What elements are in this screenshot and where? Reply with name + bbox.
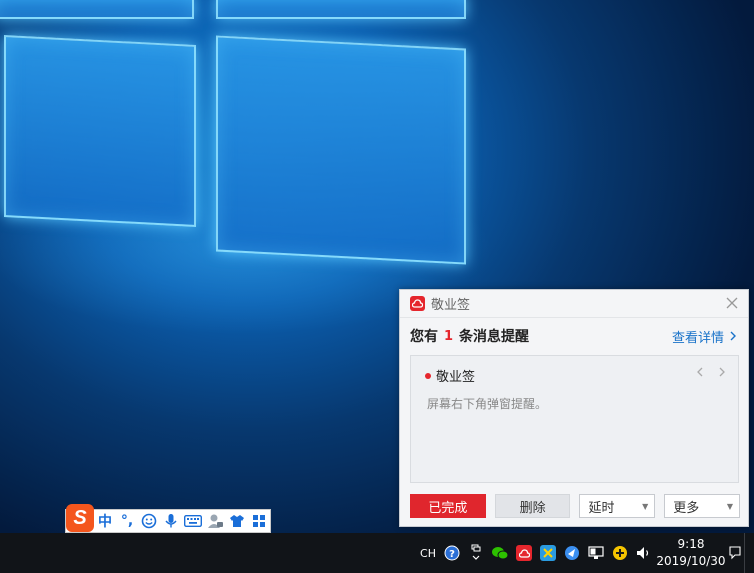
help-icon[interactable]: ?	[440, 533, 464, 573]
expand-tray-icon[interactable]	[464, 533, 488, 573]
more-dropdown[interactable]: 更多 ▼	[664, 494, 740, 518]
ime-punctuation-toggle[interactable]: °,	[116, 510, 138, 532]
popup-actions: 已完成 删除 延时 ▼ 更多 ▼	[410, 494, 740, 518]
reminder-card[interactable]: 敬业签 屏幕右下角弹窗提醒。	[410, 355, 739, 483]
reminder-nav	[696, 366, 726, 378]
keyboard-icon[interactable]	[182, 510, 204, 532]
user-tools-icon[interactable]	[204, 510, 226, 532]
wallpaper-window-pane	[216, 35, 466, 265]
add-icon[interactable]	[608, 533, 632, 573]
more-label: 更多	[673, 500, 700, 516]
summary-prefix: 您有	[410, 329, 438, 345]
popup-header: 敬业签	[400, 290, 748, 318]
browser-icon[interactable]	[560, 533, 584, 573]
ime-toolbar[interactable]: S 中 °,	[65, 504, 271, 533]
jingyeqian-logo-icon	[410, 296, 425, 311]
show-desktop-button[interactable]	[744, 533, 754, 573]
chevron-right-icon	[730, 331, 736, 341]
delay-label: 延时	[588, 500, 615, 516]
ime-mode-toggle[interactable]: 中	[94, 510, 116, 532]
popup-app-name: 敬业签	[431, 298, 471, 313]
reminder-popup: 敬业签 您有 1 条消息提醒 查看详情 敬业签 屏幕右下角弹窗提醒。 已完成 删…	[399, 289, 749, 527]
app-icon[interactable]	[536, 533, 560, 573]
smiley-icon[interactable]	[138, 510, 160, 532]
delay-dropdown[interactable]: 延时 ▼	[579, 494, 656, 518]
taskbar: CH ? 9:18 2019/10/30	[0, 533, 754, 573]
jingyeqian-icon[interactable]	[512, 533, 536, 573]
summary-suffix: 条消息提醒	[459, 329, 530, 345]
microphone-icon[interactable]	[160, 510, 182, 532]
wechat-icon[interactable]	[488, 533, 512, 573]
svg-text:?: ?	[449, 549, 455, 560]
language-indicator[interactable]: CH	[416, 533, 440, 573]
wallpaper-window-pane	[0, 0, 194, 19]
clock-date: 2019/10/30	[656, 554, 726, 568]
previous-icon[interactable]	[696, 366, 704, 378]
wallpaper-window-pane	[4, 34, 196, 228]
notification-summary: 您有 1 条消息提醒 查看详情	[400, 318, 748, 354]
taskbar-clock[interactable]: 9:18 2019/10/30	[656, 533, 726, 573]
view-details-link[interactable]: 查看详情	[672, 327, 738, 346]
done-button[interactable]: 已完成	[410, 494, 486, 518]
summary-count: 1	[444, 328, 454, 344]
clock-time: 9:18	[677, 537, 705, 551]
reminder-title-text: 敬业签	[436, 370, 476, 385]
language-label: CH	[420, 546, 436, 560]
volume-icon[interactable]	[632, 533, 656, 573]
sogou-logo-icon[interactable]: S	[66, 504, 94, 532]
close-icon[interactable]	[724, 296, 740, 312]
wallpaper-window-pane	[216, 0, 466, 19]
grid-menu-icon[interactable]	[248, 510, 270, 532]
system-tray: CH ? 9:18 2019/10/30	[416, 533, 754, 573]
notification-center-icon[interactable]	[726, 533, 744, 573]
unread-dot-icon	[425, 372, 431, 379]
network-icon[interactable]	[584, 533, 608, 573]
reminder-title: 敬业签	[425, 366, 475, 385]
reminder-body: 屏幕右下角弹窗提醒。	[427, 397, 548, 411]
caret-down-icon: ▼	[726, 501, 733, 511]
caret-down-icon: ▼	[642, 501, 649, 511]
skin-shirt-icon[interactable]	[226, 510, 248, 532]
next-icon[interactable]	[718, 366, 726, 378]
view-details-label: 查看详情	[671, 330, 724, 346]
delete-button[interactable]: 删除	[494, 494, 571, 518]
